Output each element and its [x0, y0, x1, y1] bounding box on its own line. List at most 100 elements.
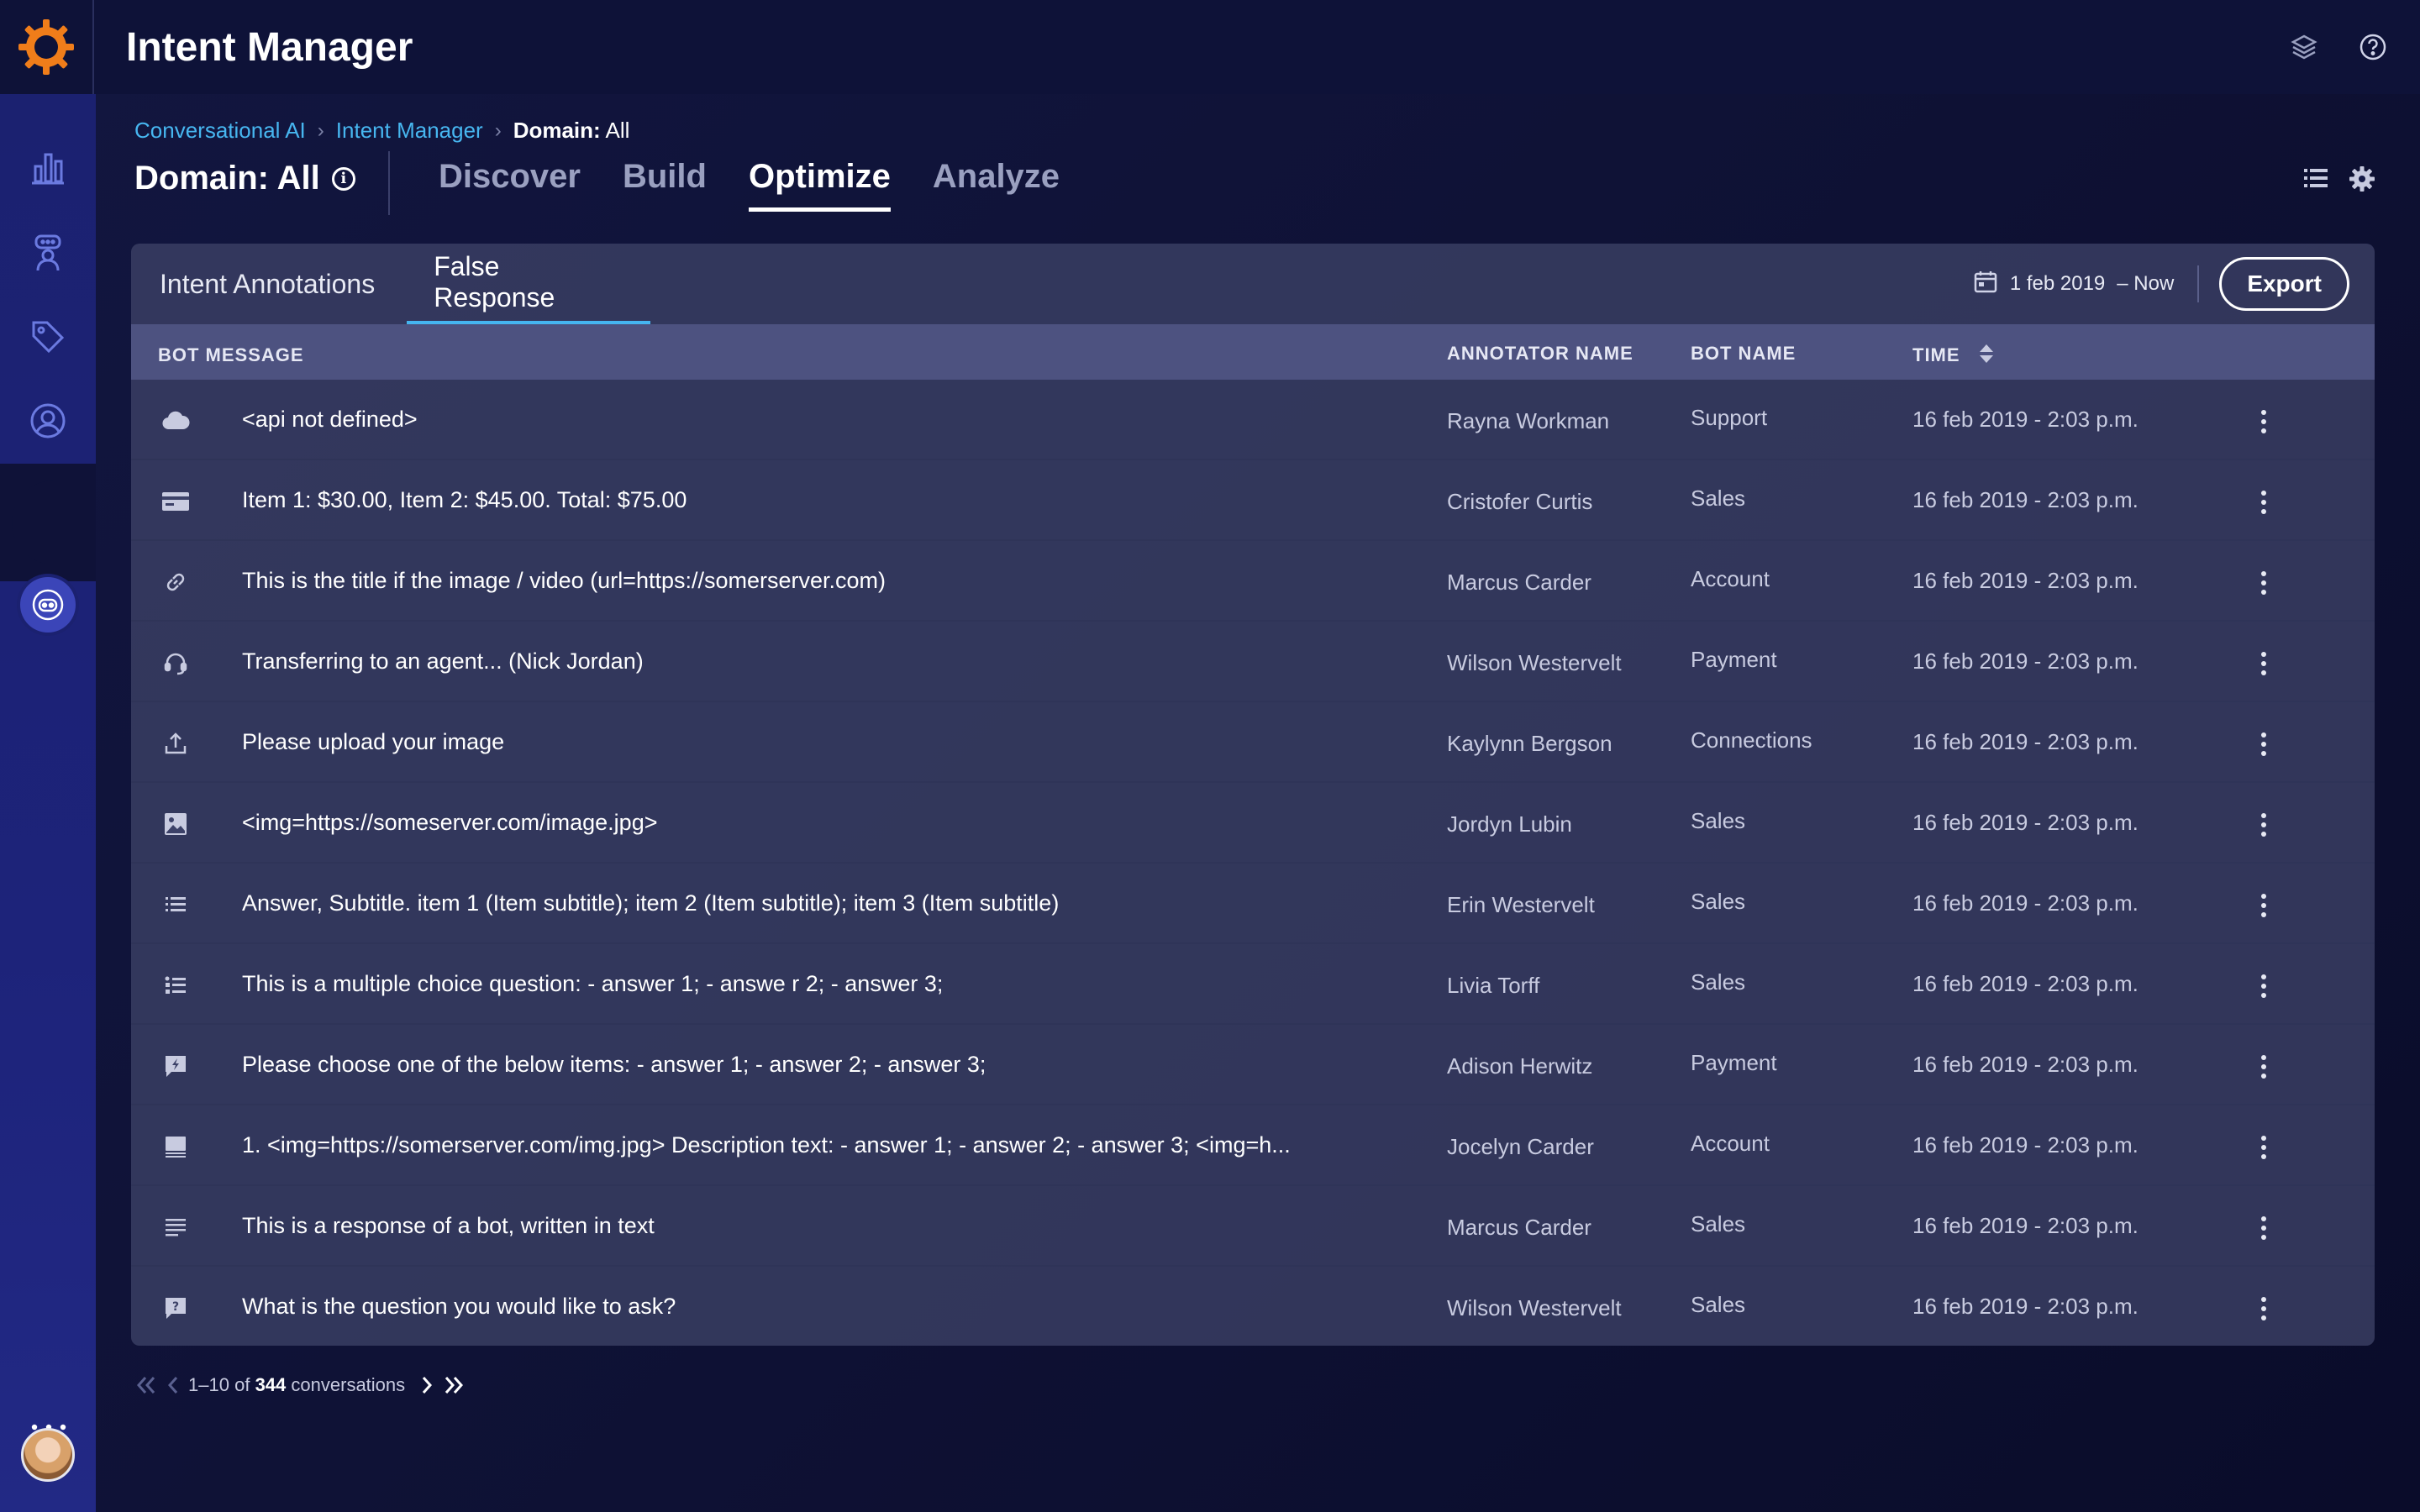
- more-options-icon[interactable]: [2247, 1050, 2281, 1084]
- table-body: <api not defined> Rayna Workman Support …: [131, 380, 2375, 1346]
- more-options-icon[interactable]: [2247, 889, 2281, 922]
- avatar[interactable]: [21, 1428, 75, 1482]
- bot-message: Please choose one of the below items: - …: [242, 1052, 986, 1077]
- annotator-name: Rayna Workman: [1447, 408, 1610, 433]
- more-options-icon[interactable]: [2247, 566, 2281, 600]
- table-row[interactable]: Answer, Subtitle. item 1 (Item subtitle)…: [131, 864, 2375, 944]
- date-range-picker[interactable]: 1 feb 2019 – Now: [1973, 265, 2200, 302]
- annotator-name: Wilson Westervelt: [1447, 1295, 1622, 1320]
- breadcrumb-link-conversational-ai[interactable]: Conversational AI: [134, 118, 306, 144]
- table-row[interactable]: This is the title if the image / video (…: [131, 541, 2375, 622]
- more-options-icon[interactable]: [2247, 1211, 2281, 1245]
- next-page-icon[interactable]: [420, 1375, 434, 1395]
- more-options-icon[interactable]: [2247, 969, 2281, 1003]
- table-row[interactable]: ? What is the question you would like to…: [131, 1267, 2375, 1346]
- pagination-total: 344: [255, 1374, 287, 1395]
- table-row[interactable]: Item 1: $30.00, Item 2: $45.00. Total: $…: [131, 460, 2375, 541]
- carousel-icon: [161, 1132, 190, 1161]
- timestamp: 16 feb 2019 - 2:03 p.m.: [1912, 1213, 2139, 1238]
- more-options-icon[interactable]: [2247, 405, 2281, 438]
- annotator-name: Adison Herwitz: [1447, 1053, 1593, 1079]
- previous-page-icon[interactable]: [166, 1375, 180, 1395]
- tab-intent-annotations[interactable]: Intent Annotations: [131, 244, 403, 324]
- analytics-icon[interactable]: [18, 138, 77, 197]
- more-options-icon[interactable]: [2247, 727, 2281, 761]
- sidebar: [0, 94, 96, 1512]
- timestamp: 16 feb 2019 - 2:03 p.m.: [1912, 729, 2139, 754]
- info-icon[interactable]: i: [331, 166, 355, 191]
- table-row[interactable]: Please upload your image Kaylynn Bergson…: [131, 702, 2375, 783]
- layers-icon[interactable]: [2282, 25, 2326, 69]
- bot-name: Payment: [1691, 1050, 1777, 1075]
- agent-chat-icon[interactable]: [18, 223, 77, 282]
- more-options-icon[interactable]: [2247, 486, 2281, 519]
- table-row[interactable]: This is a response of a bot, written in …: [131, 1186, 2375, 1267]
- timestamp: 16 feb 2019 - 2:03 p.m.: [1912, 648, 2139, 674]
- column-header-annotator-name[interactable]: ANNOTATOR NAME: [1447, 343, 1634, 365]
- settings-gear-icon[interactable]: [2348, 165, 2376, 197]
- bot-name: Support: [1691, 405, 1768, 430]
- calendar-icon: [1973, 269, 1998, 300]
- bot-name: Sales: [1691, 1292, 1746, 1317]
- page-title: Domain: All i: [134, 160, 355, 197]
- bot-message: Please upload your image: [242, 729, 505, 754]
- more-options-icon[interactable]: [2247, 647, 2281, 680]
- table-header: BOT MESSAGE ANNOTATOR NAME BOT NAME TIME: [131, 324, 2375, 380]
- tab-optimize[interactable]: Optimize: [748, 158, 891, 212]
- list-icon: [161, 890, 190, 919]
- table-row[interactable]: <api not defined> Rayna Workman Support …: [131, 380, 2375, 460]
- main-tabs: Discover Build Optimize Analyze: [439, 158, 1060, 212]
- last-page-icon[interactable]: [442, 1375, 466, 1395]
- timestamp: 16 feb 2019 - 2:03 p.m.: [1912, 568, 2139, 593]
- help-icon[interactable]: [2351, 25, 2395, 69]
- tab-build[interactable]: Build: [623, 158, 707, 212]
- bot-name: Sales: [1691, 486, 1746, 511]
- first-page-icon[interactable]: [134, 1375, 158, 1395]
- tag-icon[interactable]: [18, 307, 77, 366]
- table-row[interactable]: Please choose one of the below items: - …: [131, 1025, 2375, 1105]
- sort-icon[interactable]: [1978, 343, 1995, 370]
- annotator-name: Cristofer Curtis: [1447, 489, 1593, 514]
- bot-message: Item 1: $30.00, Item 2: $45.00. Total: $…: [242, 487, 687, 512]
- user-profile-icon[interactable]: [18, 391, 77, 450]
- quick-reply-icon: [161, 1052, 190, 1080]
- timestamp: 16 feb 2019 - 2:03 p.m.: [1912, 1052, 2139, 1077]
- bot-name: Connections: [1691, 727, 1812, 753]
- tab-discover[interactable]: Discover: [439, 158, 581, 212]
- column-header-bot-message[interactable]: BOT MESSAGE: [158, 344, 304, 366]
- false-response-panel: Intent Annotations False Response 1 feb …: [131, 244, 2375, 1346]
- pagination-unit: conversations: [291, 1374, 406, 1395]
- link-icon: [161, 568, 190, 596]
- tab-false-response[interactable]: False Response: [407, 244, 651, 324]
- bot-message: Transferring to an agent... (Nick Jordan…: [242, 648, 644, 674]
- more-options-icon[interactable]: [2247, 1292, 2281, 1326]
- column-header-bot-name[interactable]: BOT NAME: [1691, 343, 1796, 365]
- date-range-to: – Now: [2117, 272, 2175, 295]
- breadcrumb-link-intent-manager[interactable]: Intent Manager: [336, 118, 483, 144]
- bot-message: What is the question you would like to a…: [242, 1294, 676, 1319]
- header-divider: [388, 151, 390, 215]
- table-row[interactable]: Transferring to an agent... (Nick Jordan…: [131, 622, 2375, 702]
- column-header-time[interactable]: TIME: [1912, 343, 1995, 370]
- table-row[interactable]: <img=https://someserver.com/image.jpg> J…: [131, 783, 2375, 864]
- more-options-icon[interactable]: [2247, 1131, 2281, 1164]
- bot-name: Account: [1691, 566, 1770, 591]
- annotator-name: Kaylynn Bergson: [1447, 731, 1612, 756]
- more-options-icon[interactable]: [2247, 808, 2281, 842]
- timestamp: 16 feb 2019 - 2:03 p.m.: [1912, 487, 2139, 512]
- bot-icon[interactable]: [20, 577, 76, 633]
- list-view-icon[interactable]: [2302, 165, 2329, 197]
- checklist-icon: [161, 971, 190, 1000]
- timestamp: 16 feb 2019 - 2:03 p.m.: [1912, 810, 2139, 835]
- pagination-summary: 1–10 of 344 conversations: [188, 1374, 405, 1396]
- sidebar-active-notch: [12, 480, 96, 564]
- export-button[interactable]: Export: [2219, 257, 2349, 311]
- table-row[interactable]: 1. <img=https://somerserver.com/img.jpg>…: [131, 1105, 2375, 1186]
- tab-analyze[interactable]: Analyze: [933, 158, 1060, 212]
- table-row[interactable]: This is a multiple choice question: - an…: [131, 944, 2375, 1025]
- headset-icon: [161, 648, 190, 677]
- app-title: Intent Manager: [126, 24, 413, 70]
- brand-logo-icon[interactable]: [0, 0, 94, 94]
- page-title-text: Domain: All: [134, 160, 320, 197]
- bot-name: Payment: [1691, 647, 1777, 672]
